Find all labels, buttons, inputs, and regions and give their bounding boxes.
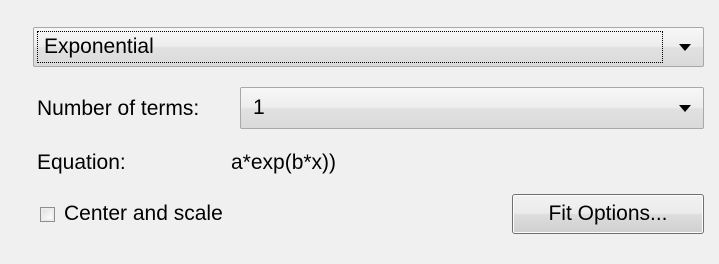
fit-settings-panel: Exponential Number of terms: 1 Equation:…: [0, 0, 719, 264]
number-of-terms-dropdown[interactable]: 1: [240, 87, 704, 129]
equation-label: Equation:: [37, 151, 126, 174]
fit-type-selected-value: Exponential: [37, 31, 663, 63]
chevron-down-icon[interactable]: [667, 88, 703, 128]
number-of-terms-selected-value: 1: [253, 96, 265, 119]
fit-options-button[interactable]: Fit Options...: [512, 194, 704, 234]
chevron-down-icon[interactable]: [667, 28, 703, 66]
center-and-scale-checkbox[interactable]: [40, 206, 55, 222]
center-and-scale-option[interactable]: Center and scale: [40, 202, 223, 226]
number-of-terms-label: Number of terms:: [37, 97, 200, 120]
equation-value: a*exp(b*x)): [231, 151, 337, 174]
center-and-scale-label: Center and scale: [64, 202, 223, 225]
fit-type-dropdown[interactable]: Exponential: [33, 27, 704, 67]
